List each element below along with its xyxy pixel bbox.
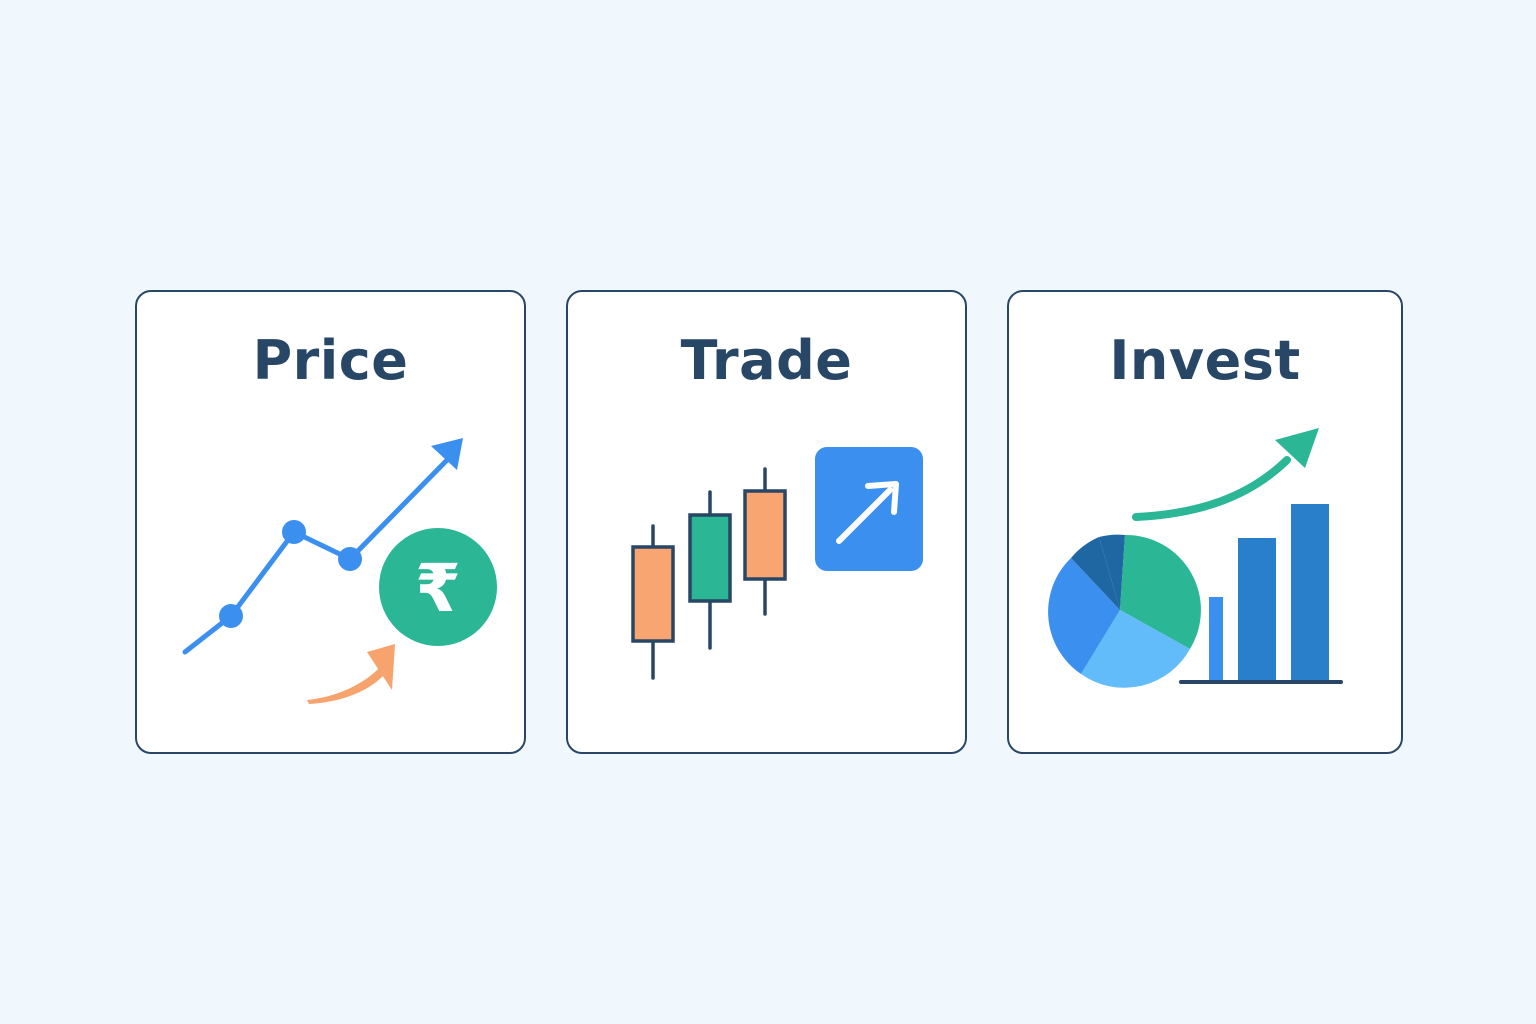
rising-line-chart-icon: ₹: [182, 438, 497, 704]
growth-badge-icon: [815, 447, 923, 571]
trend-point: [338, 547, 362, 571]
bar: [1238, 538, 1276, 682]
candle-bearish: [631, 545, 675, 643]
bar-chart-icon: [1209, 504, 1329, 682]
green-growth-arrow-icon: [1132, 428, 1319, 521]
bar: [1209, 597, 1223, 682]
rupee-symbol: ₹: [415, 550, 461, 627]
card-invest: Invest: [1007, 290, 1403, 754]
rupee-coin-icon: ₹: [379, 528, 497, 646]
trend-point: [219, 604, 243, 628]
card-trade: Trade: [566, 290, 967, 754]
trend-arrowhead: [431, 438, 463, 470]
orange-growth-arrow-icon: [307, 644, 395, 704]
card-price: Price ₹: [135, 290, 526, 754]
candlestick-chart-icon: [631, 447, 923, 680]
investment-charts-icon: [1036, 428, 1343, 693]
candle-bearish: [743, 489, 787, 581]
pie-chart-icon: [1036, 525, 1204, 693]
trend-point: [282, 520, 306, 544]
bar: [1291, 504, 1329, 682]
candle-bullish: [688, 513, 732, 603]
